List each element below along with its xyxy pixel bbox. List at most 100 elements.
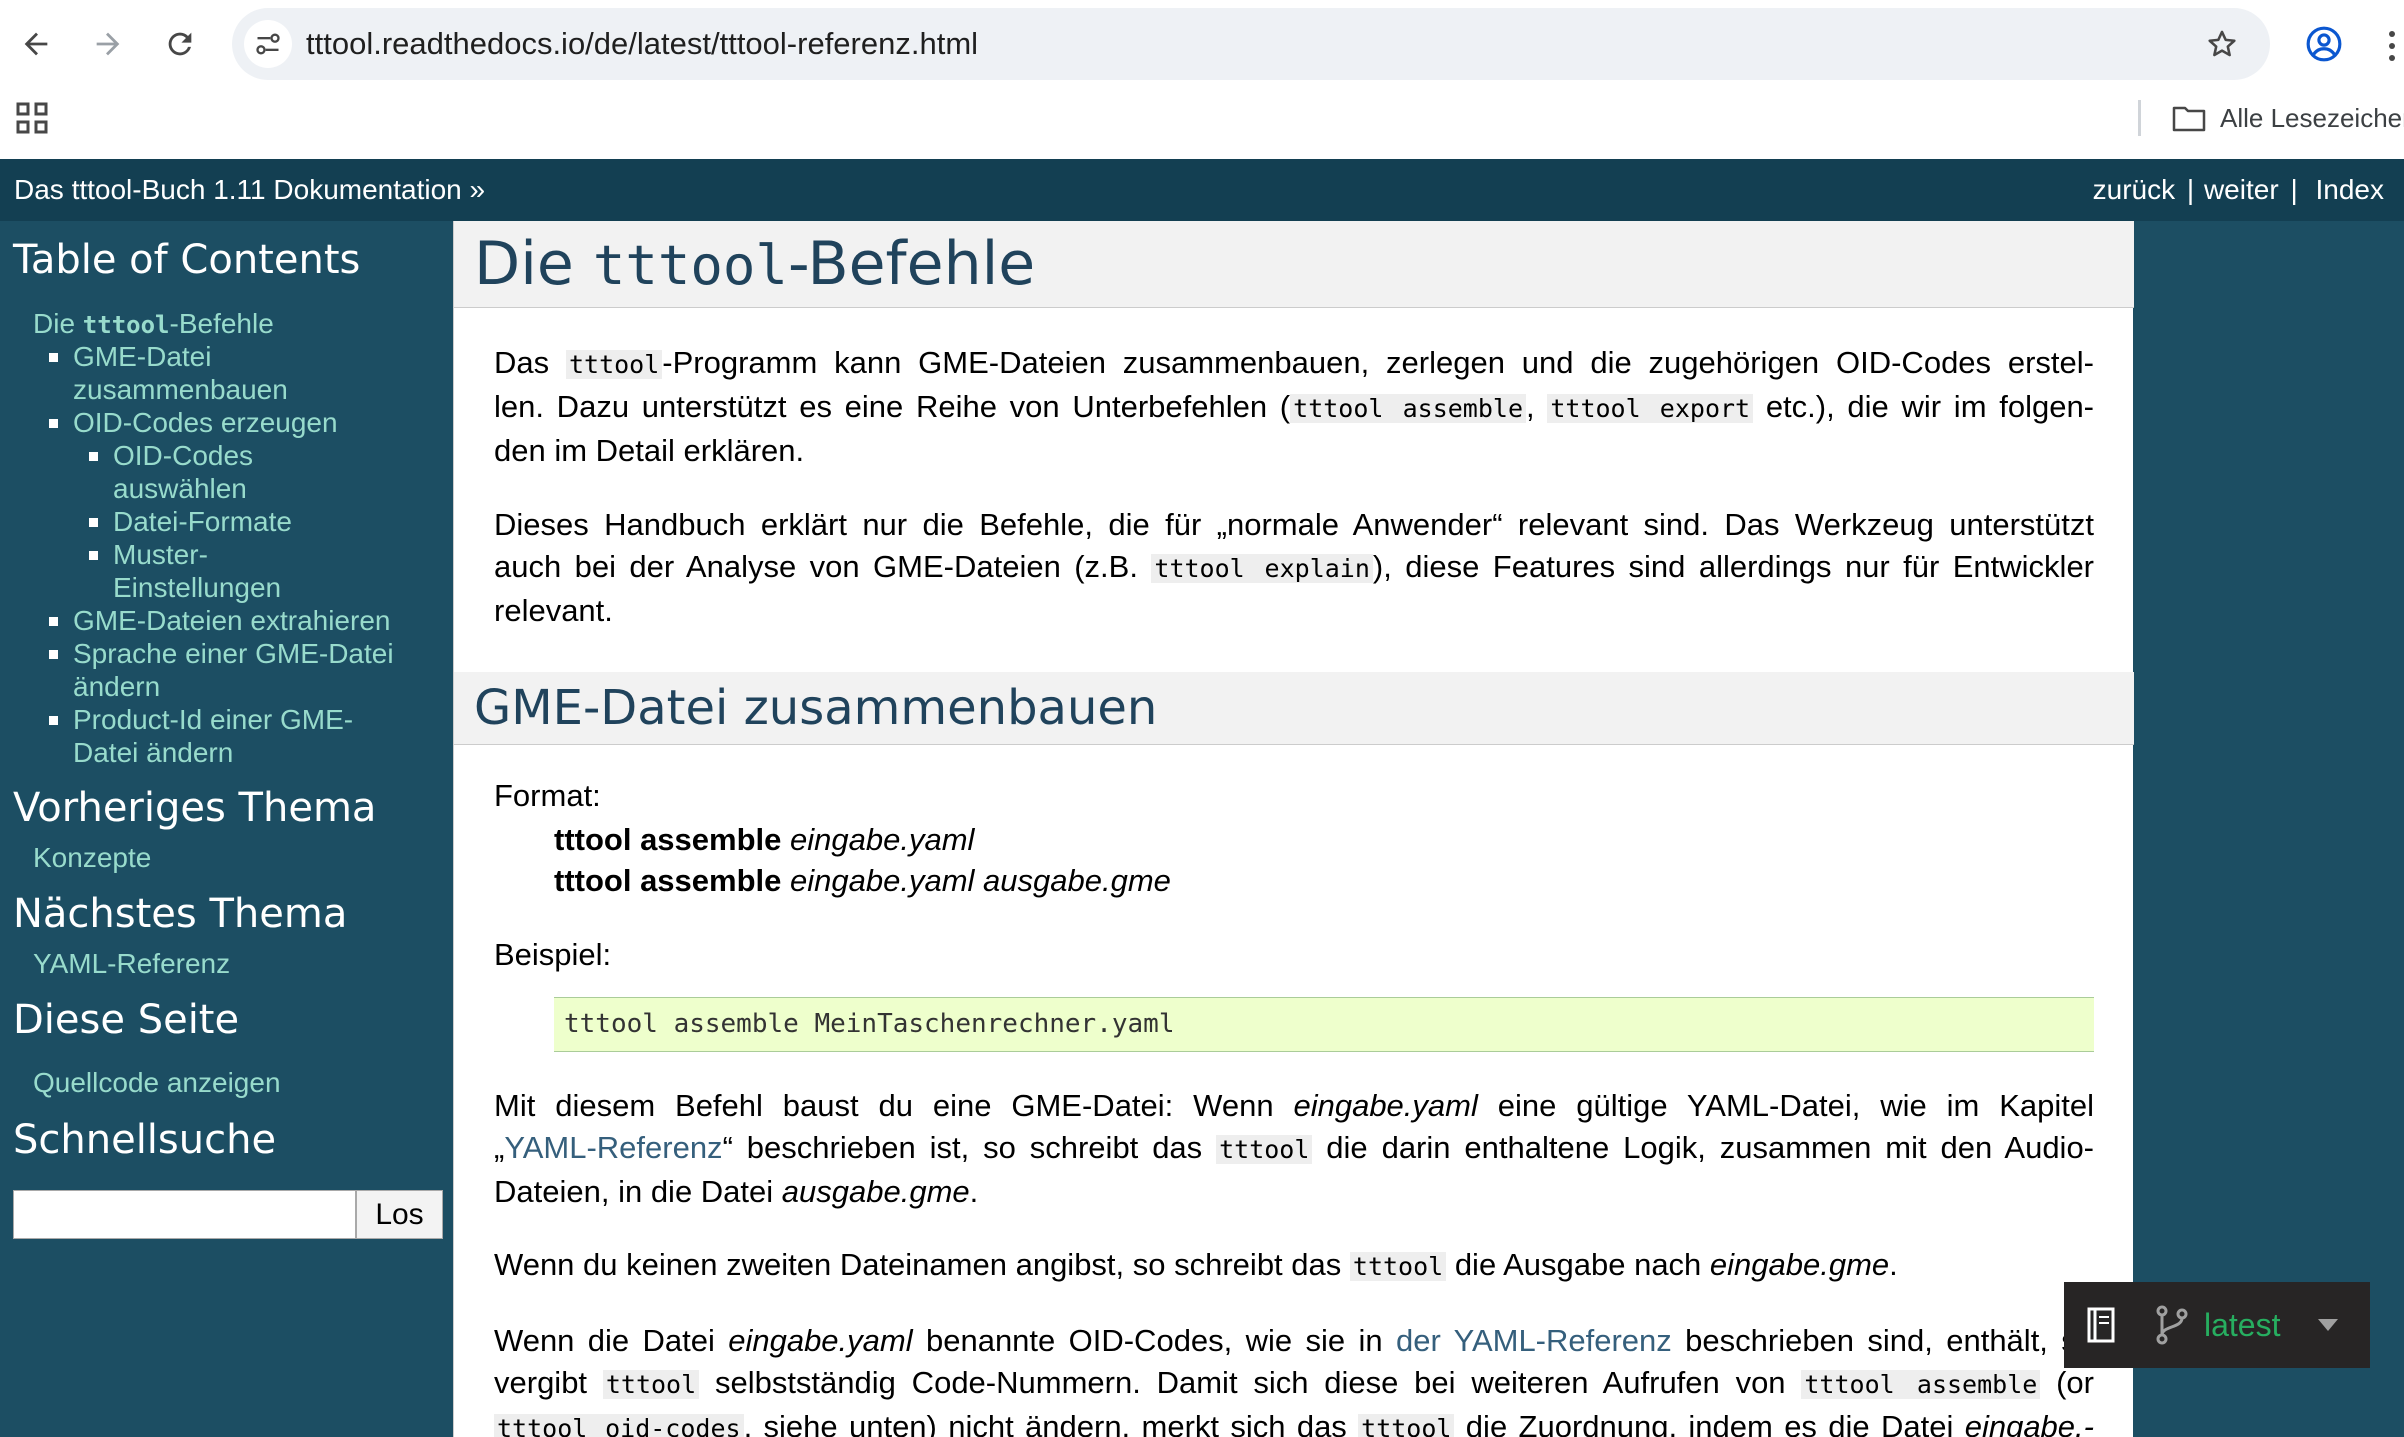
reload-icon <box>163 27 197 61</box>
show-source-link[interactable]: Quellcode anzeigen <box>33 1066 281 1099</box>
this-page-heading: Diese Seite <box>13 997 240 1043</box>
index-link[interactable]: Index <box>2316 174 2385 205</box>
apps-button[interactable] <box>14 100 50 136</box>
title-post: -Befehle <box>787 229 1036 299</box>
toc-bullet <box>89 551 98 560</box>
toc-bullet <box>89 452 98 461</box>
inline-code: tttool export <box>1547 394 1754 423</box>
prev-topic-heading: Vorheriges Thema <box>13 785 377 831</box>
toc-item-extract[interactable]: GME-Dateien extrahieren <box>73 604 390 637</box>
page-title: Die tttool-Befehle <box>474 221 1035 309</box>
yaml-reference-link-2[interactable]: der YAML-Referenz <box>1396 1323 1672 1358</box>
folder-icon <box>2172 104 2206 132</box>
toc-sub-file-formats[interactable]: Datei-Formate <box>113 505 292 538</box>
back-link[interactable]: zurück <box>2093 174 2175 205</box>
browser-chrome: tttool.readthedocs.io/de/latest/tttool-r… <box>0 0 2404 159</box>
toc-sub-oid-select[interactable]: OID-Codes auswählen <box>113 439 253 505</box>
inline-code: tttool <box>565 350 663 379</box>
toc-bullet <box>49 650 58 659</box>
inline-code: tttool explain <box>1151 554 1373 583</box>
related-links: zurück | weiter | Index <box>2093 159 2384 221</box>
inline-code: tttool oid-codes <box>494 1414 744 1437</box>
inline-code: tttool <box>1358 1414 1455 1437</box>
inline-code: tttool <box>602 1370 700 1399</box>
apps-grid-icon <box>14 100 50 136</box>
format-argument: eingabe.yaml <box>790 822 975 857</box>
paragraph-line: len. Dazu unterstützt es eine Reihe von … <box>494 389 2095 424</box>
address-bar[interactable]: tttool.readthedocs.io/de/latest/tttool-r… <box>232 8 2270 80</box>
format-line: tttool assemble eingabe.yaml <box>554 818 974 862</box>
document-body: Die tttool-Befehle Das tttool-Programm k… <box>453 221 2134 1437</box>
toc-item-product-id[interactable]: Product-Id einer GME- Datei ändern <box>73 703 353 769</box>
toc-item-line: GME-Datei <box>73 341 212 372</box>
paragraph-line: „YAML-Referenz“ beschrieben ist, so schr… <box>494 1130 2095 1165</box>
toc-bullet <box>49 716 58 725</box>
inline-code: tttool assemble <box>1290 394 1527 423</box>
format-command: tttool assemble <box>554 863 782 898</box>
paragraph-line: Dieses Handbuch erklärt nur die Befehle,… <box>494 507 2094 542</box>
inline-code: tttool <box>1216 1135 1313 1164</box>
next-topic-heading: Nächstes Thema <box>13 891 348 937</box>
separator: | <box>2186 174 2195 205</box>
bookmark-star-button[interactable] <box>2200 22 2244 66</box>
example-label: Beispiel: <box>494 937 612 972</box>
toc-heading: Table of Contents <box>13 237 361 283</box>
paragraph-line: Das tttool-Programm kann GME-Dateien zus… <box>494 345 2095 380</box>
paragraph-line: relevant. <box>494 593 613 628</box>
version-flyout[interactable]: latest <box>2064 1282 2370 1368</box>
toc-item-line: zusammenbauen <box>73 374 288 405</box>
caret-down-icon <box>2316 1316 2340 1334</box>
format-label: Format: <box>494 778 601 813</box>
site-settings-icon <box>254 30 282 58</box>
bookmarks-separator <box>2138 100 2141 136</box>
toc-item-gme-assemble[interactable]: GME-Datei zusammenbauen <box>73 340 288 406</box>
toc-bullet <box>49 419 58 428</box>
back-button[interactable] <box>6 14 66 74</box>
toc-item-oid-codes[interactable]: OID-Codes erzeugen <box>73 406 338 439</box>
breadcrumb-raquo: » <box>469 174 486 205</box>
page: Table of Contents Die tttool-Befehle GME… <box>0 221 2404 1437</box>
toc-bullet <box>49 617 58 626</box>
related-nav-bar: Das tttool-Buch 1.11 Dokumentation » zur… <box>0 159 2404 221</box>
toc-item-language[interactable]: Sprache einer GME-Datei ändern <box>73 637 394 703</box>
reload-button[interactable] <box>150 14 210 74</box>
all-bookmarks-button[interactable]: Alle Lesezeichen <box>2172 96 2404 140</box>
menu-kebab-icon <box>2388 29 2396 63</box>
search-input[interactable] <box>13 1190 356 1239</box>
url-text[interactable]: tttool.readthedocs.io/de/latest/tttool-r… <box>306 8 978 80</box>
next-topic-link[interactable]: YAML-Referenz <box>33 947 230 980</box>
profile-button[interactable] <box>2300 20 2348 68</box>
doc-title-link[interactable]: Das tttool-Buch 1.11 Dokumentation <box>14 174 462 205</box>
doc-home: Das tttool-Buch 1.11 Dokumentation » <box>14 159 485 221</box>
site-settings-button[interactable] <box>244 20 292 68</box>
format-line: tttool assemble eingabe.yaml ausgabe.gme <box>554 859 1171 903</box>
branch-icon <box>2154 1304 2190 1346</box>
format-command: tttool assemble <box>554 822 782 857</box>
paragraph-line: Wenn du keinen zweiten Dateinamen angibs… <box>494 1247 1898 1282</box>
paragraph-line: den im Detail erklären. <box>494 433 805 468</box>
search-button[interactable]: Los <box>356 1190 443 1239</box>
quick-search-heading: Schnellsuche <box>13 1117 277 1163</box>
version-label: latest <box>2204 1307 2281 1343</box>
yaml-reference-link[interactable]: YAML-Referenz <box>504 1130 722 1165</box>
toc-root-pre: Die <box>33 308 83 339</box>
paragraph-line: vergibt tttool selbstständig Code-Nummer… <box>494 1365 2094 1400</box>
forward-button[interactable] <box>78 14 138 74</box>
paragraph-line: Wenn die Datei eingabe.yaml benannte OID… <box>494 1323 2095 1358</box>
toc-item-line: Product-Id einer GME- <box>73 704 354 735</box>
toc-item-line: auswählen <box>113 473 247 504</box>
h1-section: Die tttool-Befehle <box>454 221 2134 308</box>
toc-root-link[interactable]: Die tttool-Befehle <box>33 307 274 342</box>
toc-item-line: Einstellungen <box>113 572 282 603</box>
toc-root-code: tttool <box>82 311 170 339</box>
format-argument: eingabe.yaml ausgabe.gme <box>790 863 1171 898</box>
star-icon <box>2205 27 2239 61</box>
book-icon <box>2084 1306 2118 1344</box>
browser-menu-button[interactable] <box>2380 24 2404 68</box>
toc-item-line: Datei ändern <box>73 737 234 768</box>
prev-topic-link[interactable]: Konzepte <box>33 841 151 874</box>
next-link[interactable]: weiter <box>2204 174 2279 205</box>
toc-sub-pattern-settings[interactable]: Muster- Einstellungen <box>113 538 281 604</box>
sidebar: Table of Contents Die tttool-Befehle GME… <box>0 221 453 1437</box>
section-heading: GME-Datei zusammenbauen <box>474 680 1158 736</box>
